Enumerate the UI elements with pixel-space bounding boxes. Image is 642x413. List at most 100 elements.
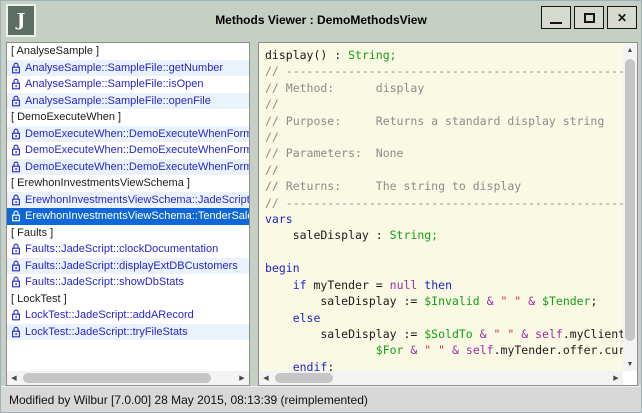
scroll-right-icon[interactable]: ▶ bbox=[235, 371, 249, 385]
code-token bbox=[535, 294, 542, 308]
code-token: " " bbox=[500, 294, 521, 308]
lock-icon bbox=[11, 144, 21, 156]
scroll-up-icon[interactable]: ▲ bbox=[623, 43, 637, 57]
method-label: [ DemoExecuteWhen ] bbox=[11, 111, 121, 123]
method-list-row[interactable]: Faults::JadeScript::displayExtDBCustomer… bbox=[7, 258, 249, 275]
method-label: DemoExecuteWhen::DemoExecuteWhenForm::t bbox=[25, 161, 249, 173]
code-token bbox=[265, 343, 376, 357]
scroll-down-icon[interactable]: ▼ bbox=[623, 357, 637, 371]
method-list-row[interactable]: DemoExecuteWhen::DemoExecuteWhenForm::b bbox=[7, 126, 249, 143]
close-button[interactable]: ✕ bbox=[607, 6, 637, 29]
code-line: $For & " " & self.myTender.offer.curr bbox=[265, 342, 623, 358]
status-bar: Modified by Wilbur [7.0.00] 28 May 2015,… bbox=[1, 386, 641, 412]
scroll-right-icon[interactable]: ▶ bbox=[609, 371, 623, 385]
code-token: // Method: display bbox=[265, 81, 424, 95]
code-line: // -------------------------------------… bbox=[265, 63, 623, 79]
method-label: ErewhonInvestmentsViewSchema::JadeScript… bbox=[25, 194, 249, 206]
code-line: vars bbox=[265, 211, 623, 227]
code-token: // bbox=[265, 97, 279, 111]
code-line: // bbox=[265, 162, 623, 178]
code-token: // bbox=[265, 163, 279, 177]
method-label: AnalyseSample::SampleFile::isOpen bbox=[25, 78, 204, 90]
method-label: [ Faults ] bbox=[11, 227, 53, 239]
method-label: Faults::JadeScript::showDbStats bbox=[25, 276, 184, 288]
code-token bbox=[445, 343, 452, 357]
method-list-row[interactable]: LockTest::JadeScript::tryFileStats bbox=[7, 324, 249, 341]
hscroll-thumb[interactable] bbox=[275, 373, 333, 383]
window-controls: ✕ bbox=[538, 6, 637, 29]
method-label: Faults::JadeScript::clockDocumentation bbox=[25, 243, 218, 255]
code-token: ; bbox=[591, 294, 598, 308]
code-token: begin bbox=[265, 261, 300, 275]
method-list: [ AnalyseSample ] AnalyseSample::SampleF… bbox=[7, 43, 249, 371]
code-token bbox=[265, 278, 293, 292]
lock-icon bbox=[11, 161, 21, 173]
method-group-header[interactable]: [ AnalyseSample ] bbox=[7, 43, 249, 60]
method-list-row[interactable]: Faults::JadeScript::clockDocumentation bbox=[7, 241, 249, 258]
method-group-header[interactable]: [ DemoExecuteWhen ] bbox=[7, 109, 249, 126]
code-token: $SoldTo bbox=[424, 327, 472, 341]
scroll-left-icon[interactable]: ◀ bbox=[259, 371, 273, 385]
method-group-header[interactable]: [ Faults ] bbox=[7, 225, 249, 242]
minimize-button[interactable] bbox=[541, 6, 571, 29]
code-token: " " bbox=[424, 343, 445, 357]
code-line: // bbox=[265, 96, 623, 112]
code-token: ; bbox=[327, 360, 334, 371]
code-token bbox=[487, 327, 494, 341]
method-label: DemoExecuteWhen::DemoExecuteWhenForm::d bbox=[25, 144, 249, 156]
lock-icon bbox=[11, 194, 21, 206]
scroll-left-icon[interactable]: ◀ bbox=[7, 371, 21, 385]
method-label: Faults::JadeScript::displayExtDBCustomer… bbox=[25, 260, 238, 272]
code-line: display() : String; bbox=[265, 47, 623, 63]
lock-icon bbox=[11, 210, 21, 222]
code-vscrollbar[interactable]: ▲ ▼ bbox=[623, 43, 637, 371]
method-list-row[interactable]: AnalyseSample::SampleFile::getNumber bbox=[7, 60, 249, 77]
code-token: $For bbox=[376, 343, 404, 357]
method-list-hscrollbar[interactable]: ◀ ▶ bbox=[7, 371, 249, 385]
method-list-row[interactable]: DemoExecuteWhen::DemoExecuteWhenForm::t bbox=[7, 159, 249, 176]
code-line: // -------------------------------------… bbox=[265, 195, 623, 211]
lock-icon bbox=[11, 276, 21, 288]
code-token: else bbox=[293, 311, 321, 325]
method-list-panel: [ AnalyseSample ] AnalyseSample::SampleF… bbox=[6, 42, 250, 386]
code-hscrollbar[interactable]: ◀ ▶ bbox=[259, 371, 623, 385]
code-line: // Parameters: None bbox=[265, 145, 623, 161]
hscroll-thumb[interactable] bbox=[23, 373, 211, 383]
method-list-row[interactable]: AnalyseSample::SampleFile::isOpen bbox=[7, 76, 249, 93]
lock-icon bbox=[11, 78, 21, 90]
code-token: $Tender bbox=[542, 294, 590, 308]
maximize-button[interactable] bbox=[574, 6, 604, 29]
scrollbar-corner bbox=[623, 371, 637, 385]
method-label: [ AnalyseSample ] bbox=[11, 45, 99, 57]
lock-icon bbox=[11, 260, 21, 272]
code-token: self bbox=[535, 327, 563, 341]
method-list-row[interactable]: AnalyseSample::SampleFile::openFile bbox=[7, 93, 249, 110]
code-token: $Invalid bbox=[424, 294, 479, 308]
code-token: saleDisplay := bbox=[265, 294, 424, 308]
code-token: // Returns: The string to display bbox=[265, 179, 521, 193]
method-list-row[interactable]: DemoExecuteWhen::DemoExecuteWhenForm::d bbox=[7, 142, 249, 159]
lock-icon bbox=[11, 128, 21, 140]
code-token: & bbox=[487, 294, 494, 308]
code-token: myTender = bbox=[307, 278, 390, 292]
code-token: .myClient bbox=[563, 327, 623, 341]
method-group-header[interactable]: [ ErewhonInvestmentsViewSchema ] bbox=[7, 175, 249, 192]
method-list-row[interactable]: ErewhonInvestmentsViewSchema::JadeScript… bbox=[7, 192, 249, 209]
method-list-row[interactable]: LockTest::JadeScript::addARecord bbox=[7, 307, 249, 324]
method-list-row[interactable]: ErewhonInvestmentsViewSchema::TenderSale bbox=[7, 208, 249, 225]
title-bar[interactable]: J Methods Viewer : DemoMethodsView ✕ bbox=[1, 1, 641, 41]
method-list-row[interactable]: Faults::JadeScript::showDbStats bbox=[7, 274, 249, 291]
method-group-header[interactable]: [ LockTest ] bbox=[7, 291, 249, 308]
method-label: LockTest::JadeScript::addARecord bbox=[25, 309, 194, 321]
code-panel: display() : String;// ------------------… bbox=[258, 42, 638, 386]
code-token: self bbox=[466, 343, 494, 357]
code-token: then bbox=[424, 278, 452, 292]
code-token bbox=[459, 343, 466, 357]
method-label: LockTest::JadeScript::tryFileStats bbox=[25, 326, 188, 338]
code-area[interactable]: display() : String;// ------------------… bbox=[259, 43, 623, 371]
code-line: // Method: display bbox=[265, 80, 623, 96]
method-label: [ ErewhonInvestmentsViewSchema ] bbox=[11, 177, 190, 189]
code-token: & bbox=[480, 327, 487, 341]
code-token: String; bbox=[390, 228, 438, 242]
vscroll-thumb[interactable] bbox=[625, 59, 635, 341]
